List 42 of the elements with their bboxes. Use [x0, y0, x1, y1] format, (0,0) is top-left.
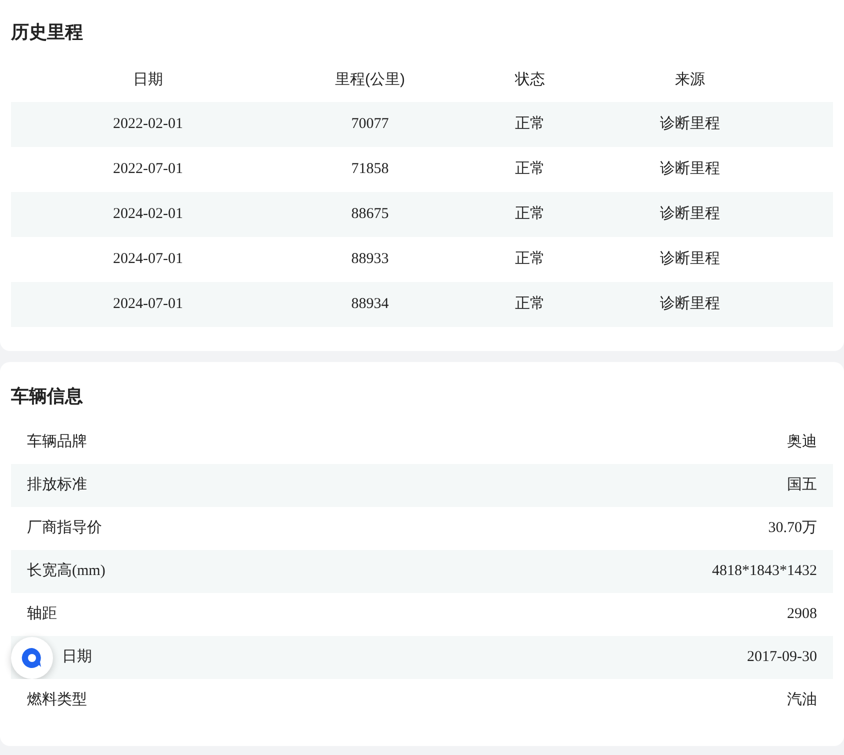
table-cell-text: 88675 [350, 205, 390, 224]
table-cell-text: 诊断里程 [659, 250, 721, 270]
table-cell-text: 正常 [514, 114, 546, 134]
info-value: 国五 [787, 476, 817, 496]
info-value: 4818*1843*1432 [712, 562, 817, 582]
chat-bubble-icon [20, 646, 44, 670]
table-cell-text: 诊断里程 [659, 114, 721, 134]
floating-button[interactable] [11, 637, 53, 679]
info-label: 长宽高(mm) [27, 561, 106, 582]
info-label: 排放标准 [27, 476, 87, 496]
info-label: 轴距 [27, 604, 57, 624]
table-cell-text: 正常 [514, 250, 546, 270]
info-value: 汽油 [787, 690, 817, 710]
table-cell-text: 正常 [514, 204, 546, 224]
table-cell-text: 88934 [350, 295, 390, 314]
column-header: 日期 [132, 70, 164, 90]
table-cell-text: 71858 [350, 160, 390, 180]
table-cell-text: 2024-02-01 [112, 205, 184, 224]
info-label: 厂商指导价 [27, 518, 102, 538]
table-cell-text: 诊断里程 [659, 294, 721, 314]
table-cell-text: 2024-07-01 [112, 250, 184, 270]
info-label: 车辆品牌 [27, 432, 87, 452]
info-value: 奥迪 [787, 432, 817, 452]
table-cell-text: 2024-07-01 [112, 295, 184, 314]
table-cell-text: 88933 [350, 250, 390, 270]
table-cell-text: 2022-07-01 [112, 160, 184, 180]
table-cell-text: 70077 [350, 115, 390, 134]
section-title: 历史里程 [11, 21, 84, 44]
info-value: 30.70万 [768, 519, 817, 538]
table-cell-text: 正常 [514, 160, 546, 180]
column-header: 状态 [514, 70, 546, 90]
table-cell-text: 诊断里程 [659, 160, 721, 180]
info-value: 2017-09-30 [747, 648, 817, 668]
column-header: 里程(公里) [334, 70, 406, 90]
info-label: 燃料类型 [27, 690, 87, 710]
table-cell-text: 正常 [514, 294, 546, 314]
info-value: 2908 [787, 605, 817, 624]
section-title: 车辆信息 [11, 385, 84, 408]
column-header: 来源 [674, 70, 706, 90]
table-cell-text: 2022-02-01 [112, 115, 184, 134]
info-label: 日期 [62, 648, 92, 668]
table-cell-text: 诊断里程 [659, 204, 721, 224]
